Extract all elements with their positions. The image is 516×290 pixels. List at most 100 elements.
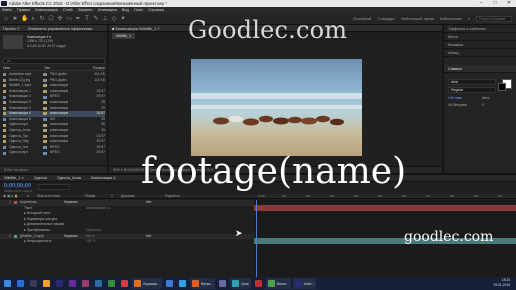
start-button[interactable] xyxy=(2,278,13,289)
label-color-swatch[interactable] xyxy=(42,123,47,127)
label-color-swatch[interactable] xyxy=(42,129,47,133)
tab-timeline-wildlife[interactable]: Wildlife_1 ≡ xyxy=(4,175,24,181)
timeline-search-input[interactable] xyxy=(38,184,70,190)
panel-mosaic[interactable]: Мозаика xyxy=(444,41,516,49)
selection-tool-icon[interactable]: ➤ xyxy=(12,16,18,22)
panel-brushes[interactable]: Кисти xyxy=(444,33,516,41)
taskbar-app[interactable] xyxy=(253,278,264,289)
taskbar-app[interactable] xyxy=(93,278,104,289)
label-color-swatch[interactable] xyxy=(42,78,47,82)
workspace-more[interactable]: » xyxy=(468,16,470,22)
label-color-swatch[interactable] xyxy=(42,73,47,77)
label-color-swatch[interactable] xyxy=(42,106,47,110)
label-color-swatch[interactable] xyxy=(42,151,47,155)
label-color-swatch[interactable] xyxy=(42,140,47,144)
tracking-field[interactable]: 0 xyxy=(482,103,484,107)
layer-label-color[interactable] xyxy=(14,218,17,221)
taskbar-app[interactable] xyxy=(119,278,130,289)
column-name[interactable]: Имя xyxy=(3,66,44,70)
tab-timeline-comp4[interactable]: Композиция 4 xyxy=(91,175,115,181)
font-style-select[interactable]: Regular xyxy=(448,87,496,93)
puppet-tool-icon[interactable]: ✦ xyxy=(120,16,126,22)
system-clock[interactable]: 18:23 29.01.2015 xyxy=(493,278,510,288)
kerning-field[interactable]: VA Метрики xyxy=(448,103,467,107)
stroke-color-swatch[interactable] xyxy=(498,83,506,91)
column-type[interactable]: Тип xyxy=(44,66,85,70)
layer-switches[interactable]: 100 % xyxy=(86,239,146,245)
label-color-swatch[interactable] xyxy=(42,134,47,138)
layer-parent[interactable] xyxy=(146,239,176,245)
playhead[interactable] xyxy=(256,200,257,277)
home-icon[interactable]: ⌂ xyxy=(3,16,9,22)
taskbar-app[interactable]: Хорошая... xyxy=(132,278,162,289)
taskbar-app[interactable] xyxy=(80,278,91,289)
layer-label-color[interactable] xyxy=(14,201,17,205)
panel-effects-presets[interactable]: Эффекты и шаблоны xyxy=(444,25,516,33)
tab-project[interactable]: Проект ≡ xyxy=(3,25,20,31)
panel-paragraph[interactable]: Абзац xyxy=(444,49,516,57)
label-color-swatch[interactable] xyxy=(42,112,47,116)
hand-tool-icon[interactable]: ✋ xyxy=(21,16,28,22)
project-search-input[interactable]: ρ▾ xyxy=(3,58,105,64)
layer-name[interactable]: ▸ Непрозрачность xyxy=(20,239,64,245)
label-color-swatch[interactable] xyxy=(42,146,47,150)
font-family-select[interactable]: Arial xyxy=(448,79,496,85)
layer-blend-mode[interactable] xyxy=(64,239,86,245)
label-color-swatch[interactable] xyxy=(42,84,47,88)
composition-viewer[interactable] xyxy=(109,40,442,166)
taskbar-app[interactable]: Монит... xyxy=(265,278,291,289)
taskbar-app[interactable] xyxy=(28,278,39,289)
workspace-default[interactable]: Основной xyxy=(353,16,371,22)
taskbar-app[interactable] xyxy=(177,278,188,289)
rectangle-tool-icon[interactable]: ▭ xyxy=(66,16,72,22)
time-ruler[interactable]: 0:15s 01s 02s 03s 04s 05s 06s 07s 08s 09s 10s xyxy=(254,194,516,199)
help-search-input[interactable]: Поиск в справке xyxy=(476,16,512,22)
layer-bar-text[interactable] xyxy=(254,205,516,211)
close-button[interactable]: ✕ xyxy=(502,0,516,7)
layer-label-color[interactable] xyxy=(14,212,17,215)
eraser-tool-icon[interactable]: ◇ xyxy=(111,16,117,22)
label-color-swatch[interactable] xyxy=(42,95,47,99)
panel-character[interactable]: Символ xyxy=(444,65,516,73)
taskbar-app[interactable] xyxy=(217,278,228,289)
composition-breadcrumb[interactable]: Wildlife_1 xyxy=(112,33,136,39)
pan-behind-tool-icon[interactable]: ✣ xyxy=(57,16,63,22)
taskbar-app[interactable] xyxy=(41,278,52,289)
type-tool-icon[interactable]: T xyxy=(84,16,90,22)
taskbar-app[interactable] xyxy=(106,278,117,289)
taskbar-app[interactable] xyxy=(164,278,175,289)
zoom-tool-icon[interactable]: ⌕ xyxy=(30,16,36,22)
layer-label-color[interactable] xyxy=(14,240,17,243)
layer-label-color[interactable] xyxy=(14,234,17,238)
workspace-libraries[interactable]: Библиотеки xyxy=(440,16,462,22)
layer-label-color[interactable] xyxy=(14,224,17,227)
taskbar-app[interactable] xyxy=(15,278,26,289)
taskbar-app[interactable] xyxy=(67,278,78,289)
workspace-standard[interactable]: Стандарт xyxy=(377,16,395,22)
label-color-swatch[interactable] xyxy=(42,90,47,94)
project-item-row[interactable]: Одесса.mp4 MPEG 29,97 xyxy=(3,150,105,156)
layer-label-color[interactable] xyxy=(14,207,17,210)
stamp-tool-icon[interactable]: ⊥ xyxy=(102,16,108,22)
tab-timeline-odessa[interactable]: Одесса xyxy=(34,175,47,181)
tab-effect-controls[interactable]: Элементы управления эффектами xyxy=(28,25,93,31)
rotate-tool-icon[interactable]: ↻ xyxy=(39,16,45,22)
font-size-field[interactable]: 149 пикс xyxy=(448,96,462,100)
brush-tool-icon[interactable]: ✎ xyxy=(93,16,99,22)
column-size[interactable]: Размер xyxy=(85,66,105,70)
camera-tool-icon[interactable]: ⎔ xyxy=(48,16,54,22)
taskbar-app[interactable]: Adob... xyxy=(292,278,317,289)
workspace-small-screen[interactable]: Небольшой экран xyxy=(401,16,434,22)
label-color-swatch[interactable] xyxy=(42,101,47,105)
minimize-button[interactable]: – xyxy=(474,0,488,7)
taskbar-app[interactable]: Футаж... xyxy=(189,278,216,289)
column-source-name[interactable]: Имя источника xyxy=(37,194,81,198)
leading-field[interactable]: Авто xyxy=(482,96,490,100)
label-color-swatch[interactable] xyxy=(42,118,47,122)
taskbar-app[interactable]: Лупа xyxy=(230,278,251,289)
tab-timeline-odessa-anna[interactable]: Одесса_Анна xyxy=(57,175,81,181)
pen-tool-icon[interactable]: ✒ xyxy=(75,16,81,22)
taskbar-app[interactable] xyxy=(54,278,65,289)
layer-label-color[interactable] xyxy=(14,229,17,232)
maximize-button[interactable]: □ xyxy=(488,0,502,7)
